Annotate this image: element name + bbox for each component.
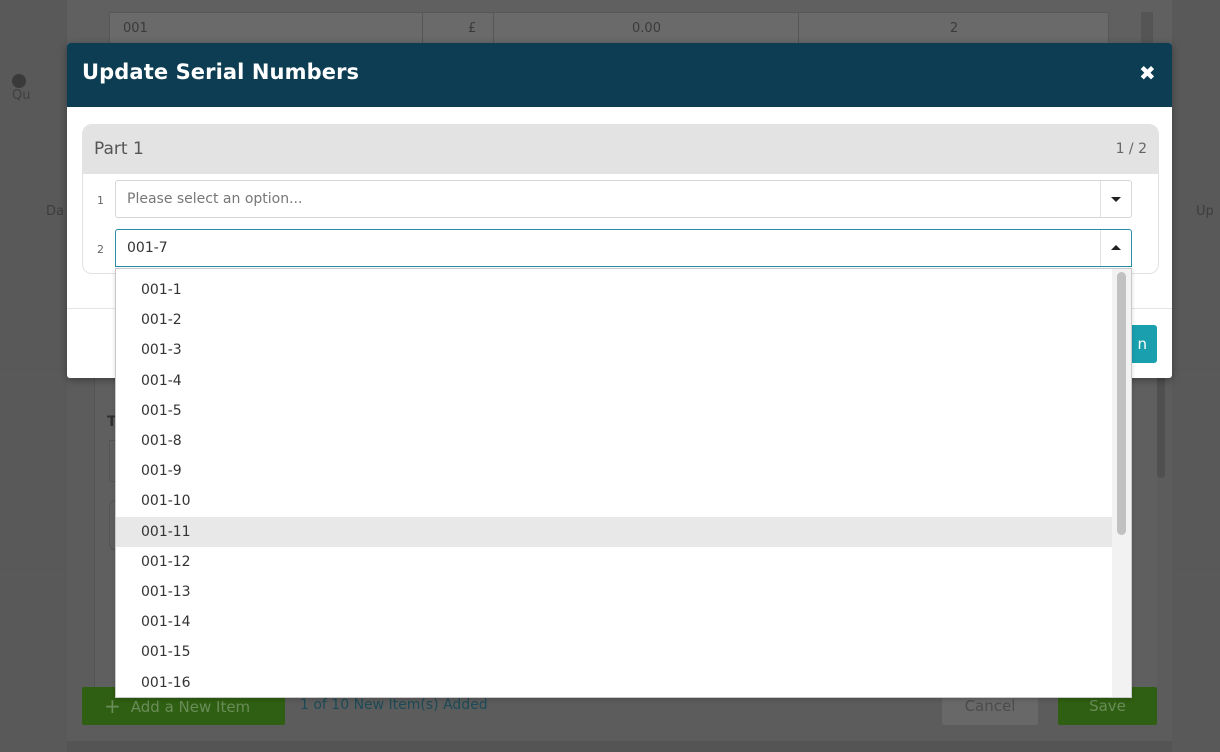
bg-divider (0, 568, 67, 569)
bg-divider (0, 500, 67, 501)
dropdown-option[interactable]: 001-2 (116, 305, 1112, 335)
bg-cell-currency: £ (422, 13, 492, 43)
bg-divider (1172, 300, 1220, 301)
background-right-strip (1172, 0, 1220, 752)
bg-cell-price: 0.00 (493, 13, 799, 43)
row-number: 1 (97, 194, 104, 207)
caret-up-icon (1111, 245, 1121, 250)
bg-divider (1172, 634, 1220, 635)
bg-divider (1172, 568, 1220, 569)
background-table-row: 001 £ 0.00 2 (109, 12, 1109, 44)
background-scrollbar (1141, 12, 1153, 44)
part-card: Part 1 1 / 2 1 Please select an option..… (82, 124, 1159, 274)
dropdown-scrollbar[interactable] (1112, 269, 1131, 697)
bg-divider (0, 368, 67, 369)
dropdown-toggle[interactable] (1100, 181, 1131, 217)
part-title: Part 1 (94, 139, 144, 159)
items-added-count: 1 of 10 New Item(s) Added (300, 697, 488, 713)
dropdown-scrollbar-thumb[interactable] (1117, 272, 1126, 535)
bg-divider (0, 300, 67, 301)
dropdown-option[interactable]: 001-15 (116, 637, 1112, 667)
modal-title: Update Serial Numbers (82, 60, 360, 84)
serial-select-1[interactable]: Please select an option... (115, 180, 1132, 218)
serial-select-value: 001-7 (127, 240, 168, 256)
background-radio-label: Qu (12, 73, 32, 103)
serial-select-2[interactable]: 001-7 (115, 229, 1132, 267)
dropdown-option[interactable]: 001-11 (116, 516, 1112, 547)
part-header: Part 1 1 / 2 (83, 125, 1158, 174)
bg-divider (0, 434, 67, 435)
bg-divider (1172, 434, 1220, 435)
dropdown-option[interactable]: 001-16 (116, 668, 1112, 697)
bg-divider (1172, 368, 1220, 369)
bg-cell-qty: 2 (798, 13, 1109, 43)
dropdown-option[interactable]: 001-14 (116, 607, 1112, 637)
dropdown-option[interactable]: 001-5 (116, 396, 1112, 426)
dropdown-option[interactable]: 001-1 (116, 275, 1112, 305)
close-icon[interactable]: ✖ (1139, 61, 1156, 85)
dropdown-toggle[interactable] (1100, 230, 1131, 266)
bg-divider (0, 634, 67, 635)
caret-down-icon (1111, 197, 1121, 202)
background-label-right: Up (1196, 204, 1214, 219)
dropdown-option[interactable]: 001-9 (116, 456, 1112, 486)
serial-options-dropdown: 001-1 001-2 001-3 001-4 001-5 001-8 001-9 001-1… (115, 268, 1132, 698)
dropdown-option[interactable]: 001-4 (116, 366, 1112, 396)
dropdown-option[interactable]: 001-3 (116, 335, 1112, 365)
add-new-item-label: Add a New Item (130, 698, 251, 716)
background-label-left: Da (46, 204, 64, 219)
background-bottom-edge (67, 741, 1172, 752)
serial-select-placeholder: Please select an option... (127, 191, 303, 207)
dropdown-option[interactable]: 001-8 (116, 426, 1112, 456)
bg-cell-code: 001 (123, 21, 148, 36)
radio-icon (12, 73, 26, 88)
modal-header: Update Serial Numbers ✖ (67, 43, 1172, 107)
part-counter: 1 / 2 (1115, 141, 1147, 157)
dropdown-option[interactable]: 001-10 (116, 486, 1112, 516)
dropdown-option[interactable]: 001-13 (116, 577, 1112, 607)
dropdown-option[interactable]: 001-12 (116, 547, 1112, 577)
row-number: 2 (97, 243, 104, 256)
background-left-strip (0, 0, 67, 752)
bg-divider (1172, 500, 1220, 501)
